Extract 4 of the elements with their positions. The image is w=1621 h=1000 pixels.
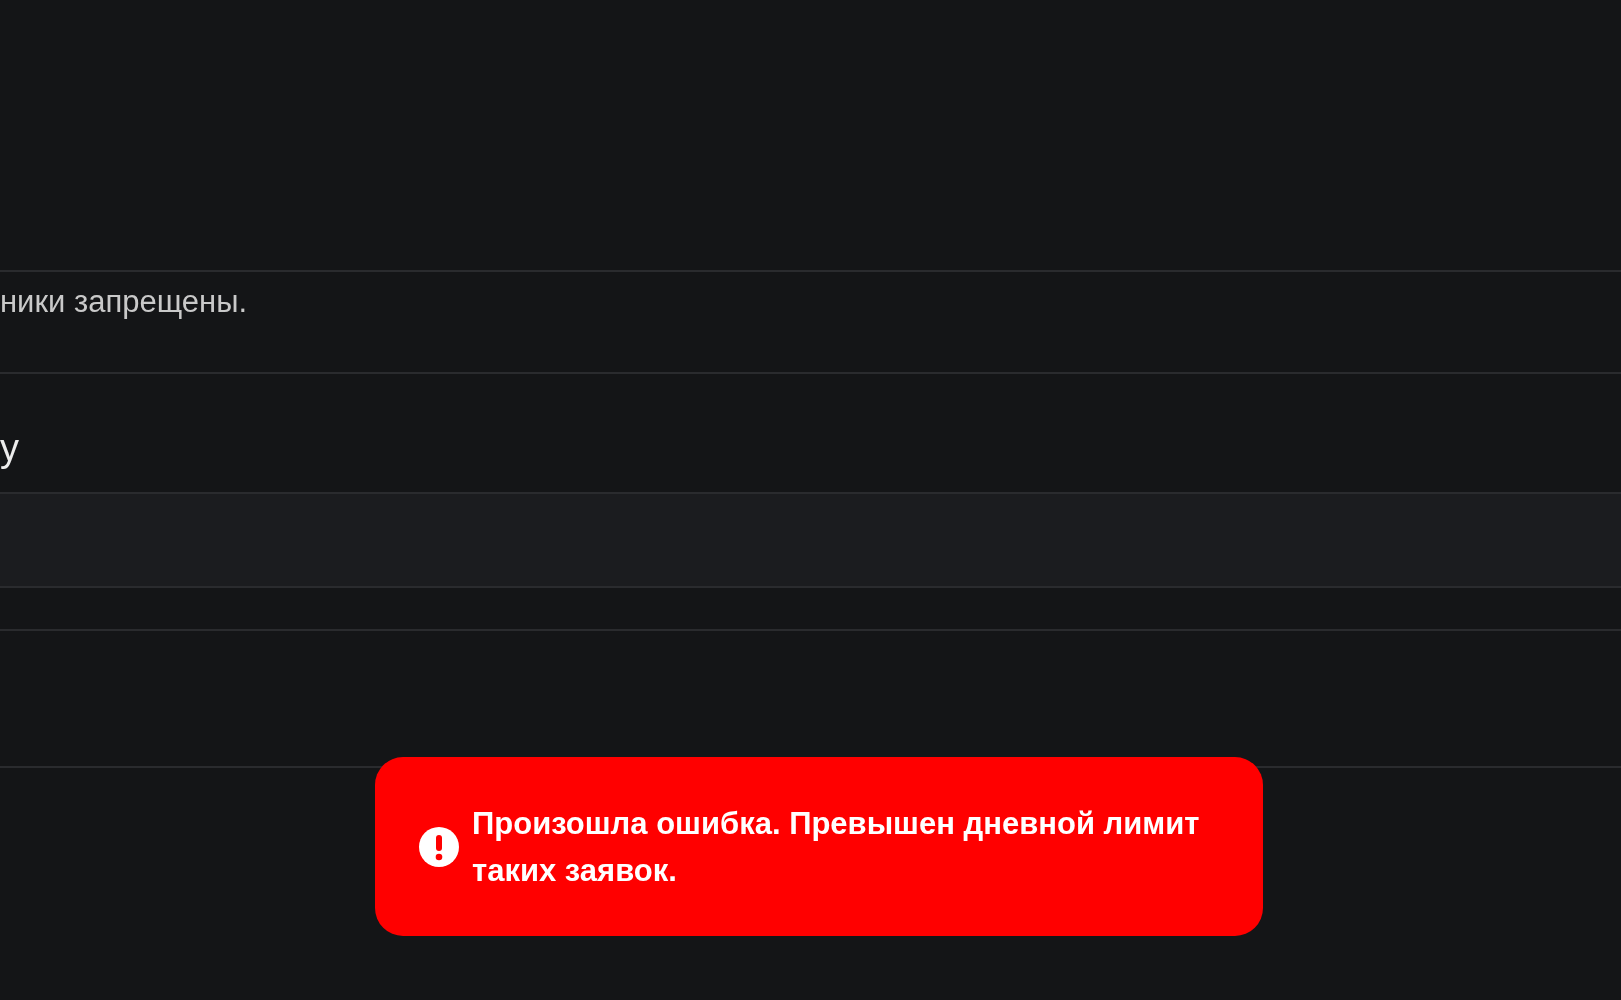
section-heading: у — [0, 426, 19, 471]
notice-text: ники запрещены. — [0, 283, 248, 320]
exclamation-circle-icon — [419, 826, 459, 867]
toast-message: Произошла ошибка. Превышен дневной лимит таких заявок. — [472, 804, 1201, 890]
